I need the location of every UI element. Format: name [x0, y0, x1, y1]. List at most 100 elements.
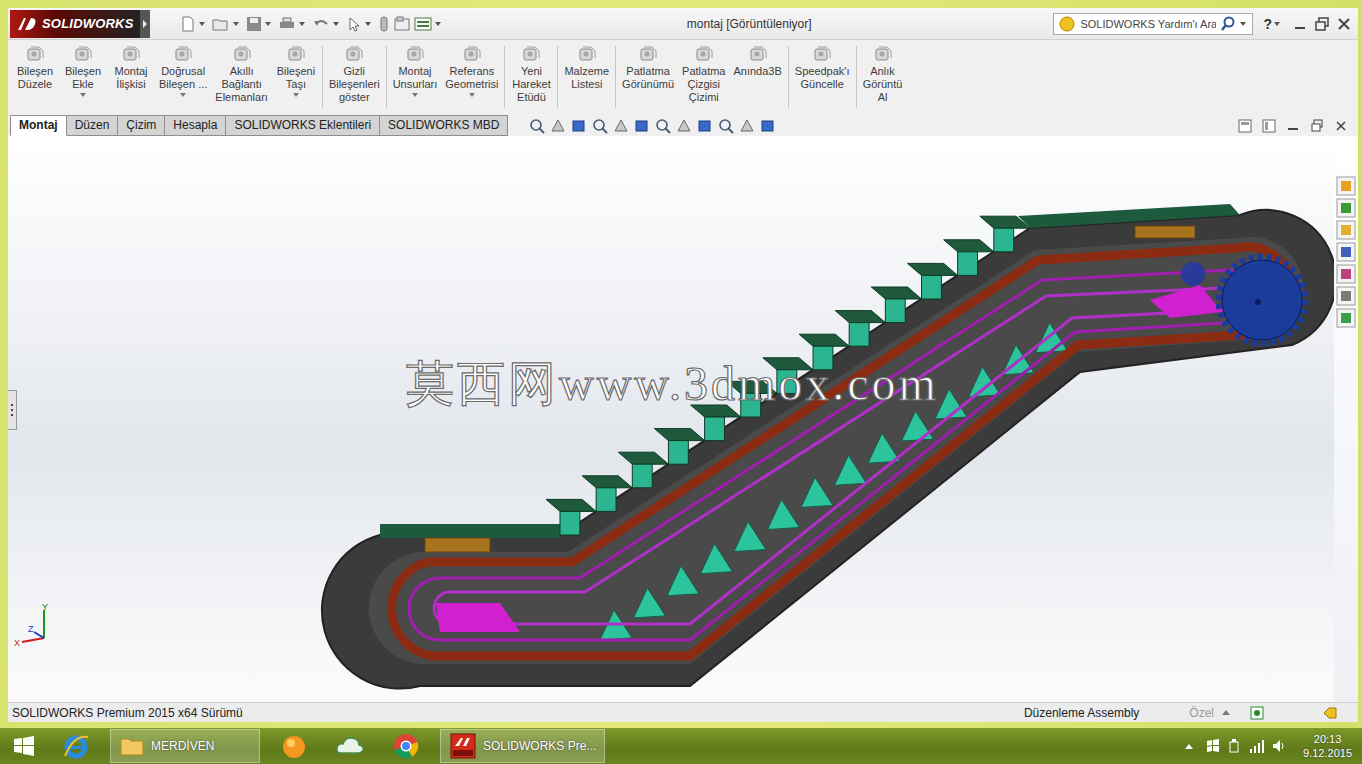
- command-tab[interactable]: Montaj: [10, 115, 67, 136]
- rebuild-tag-icon[interactable]: [1322, 706, 1338, 720]
- options-icon[interactable]: [414, 16, 432, 32]
- system-tray: 20:139.12.2015: [1185, 732, 1352, 760]
- ribbon-button[interactable]: AkıllıBağlantıElemanları: [212, 44, 271, 104]
- feature-tree-toggle[interactable]: [8, 390, 17, 430]
- taskbar-button[interactable]: MERDİVEN: [110, 729, 260, 763]
- view-tool-icon[interactable]: [696, 118, 714, 134]
- print-icon[interactable]: [278, 16, 296, 32]
- taskbar-button[interactable]: SOLIDWORKS Pre...: [440, 729, 605, 763]
- view-tool-icon[interactable]: [717, 118, 735, 134]
- ribbon-button[interactable]: GizliBileşenlerigöster: [326, 44, 383, 104]
- open-dropdown[interactable]: [233, 22, 239, 26]
- task-pane-icon[interactable]: [1336, 286, 1356, 306]
- help-button[interactable]: ?: [1263, 16, 1272, 32]
- ribbon-button[interactable]: MontajUnsurları: [390, 44, 441, 97]
- network-icon[interactable]: [1249, 738, 1265, 754]
- taskbar-button[interactable]: [384, 729, 428, 763]
- taskbar-button[interactable]: [328, 729, 372, 763]
- ribbon-button[interactable]: BileşeniTaşı: [273, 44, 319, 104]
- magnifier-icon[interactable]: [1220, 16, 1236, 32]
- view-tool-icon[interactable]: [654, 118, 672, 134]
- close-icon[interactable]: [1336, 16, 1352, 32]
- help-dropdown[interactable]: [1274, 22, 1280, 26]
- select-dropdown[interactable]: [365, 22, 371, 26]
- options-dropdown[interactable]: [435, 22, 441, 26]
- help-search-field[interactable]: SOLIDWORKS Yardım'ı Ara: [1053, 13, 1253, 35]
- ribbon-button[interactable]: DoğrusalBileşen ...: [156, 44, 210, 104]
- view-tool-icon[interactable]: [591, 118, 609, 134]
- tray-overflow-arrow[interactable]: [1185, 744, 1193, 749]
- view-tool-icon[interactable]: [528, 118, 546, 134]
- view-tool-icon[interactable]: [675, 118, 693, 134]
- rebuild-icon[interactable]: [378, 16, 390, 32]
- ribbon-button[interactable]: BileşenEkle: [60, 44, 106, 104]
- task-pane-icon[interactable]: [1336, 264, 1356, 284]
- graphics-area[interactable]: 莫西网www.3dmox.comYXZ: [8, 136, 1334, 702]
- menu-flyout-button[interactable]: [140, 10, 150, 38]
- tile-vertical-icon[interactable]: [1262, 119, 1276, 133]
- undo-dropdown[interactable]: [333, 22, 339, 26]
- view-tool-icon[interactable]: [738, 118, 756, 134]
- save-icon[interactable]: [246, 16, 262, 32]
- ribbon-button[interactable]: ReferansGeometrisi: [442, 44, 501, 97]
- escalator-model[interactable]: [8, 136, 1334, 702]
- taskbar-button[interactable]: [54, 729, 98, 763]
- clock[interactable]: 20:139.12.2015: [1303, 732, 1352, 760]
- view-tool-icon[interactable]: [612, 118, 630, 134]
- save-dropdown[interactable]: [265, 22, 271, 26]
- solidworks-logo[interactable]: SOLIDWORKS: [10, 10, 140, 38]
- flag-icon[interactable]: [1205, 738, 1221, 754]
- ribbon-dropdown-arrow[interactable]: [293, 93, 299, 97]
- ribbon-button[interactable]: PatlatmaGörünümü: [619, 44, 677, 104]
- start-button[interactable]: [0, 735, 48, 757]
- ribbon-button[interactable]: Anında3B: [730, 44, 784, 104]
- ribbon-dropdown-arrow[interactable]: [469, 93, 475, 97]
- ribbon-button-label: PatlatmaGörünümü: [622, 65, 674, 91]
- doc-minimize-icon[interactable]: [1286, 119, 1300, 133]
- power-icon[interactable]: [1227, 738, 1243, 754]
- view-tool-icon[interactable]: [570, 118, 588, 134]
- file-properties-icon[interactable]: [393, 16, 411, 32]
- print-dropdown[interactable]: [299, 22, 305, 26]
- ribbon-dropdown-arrow[interactable]: [180, 93, 186, 97]
- units-arrow[interactable]: [1222, 710, 1230, 715]
- select-arrow-icon[interactable]: [346, 16, 362, 32]
- view-tool-icon[interactable]: [759, 118, 777, 134]
- volume-icon[interactable]: [1271, 738, 1287, 754]
- undo-icon[interactable]: [312, 16, 330, 32]
- quick-tips-icon[interactable]: [1250, 706, 1264, 720]
- task-pane-icon[interactable]: [1336, 198, 1356, 218]
- command-tab[interactable]: Düzen: [67, 115, 119, 136]
- view-tool-icon[interactable]: [549, 118, 567, 134]
- task-pane-icon[interactable]: [1336, 242, 1356, 262]
- units-selector[interactable]: Özel: [1189, 706, 1214, 720]
- ribbon-button[interactable]: Speedpak'ıGüncelle: [792, 44, 853, 91]
- new-document-icon[interactable]: [180, 16, 196, 32]
- ribbon-dropdown-arrow[interactable]: [80, 93, 86, 97]
- tile-horizontal-icon[interactable]: [1238, 119, 1252, 133]
- new-dropdown[interactable]: [199, 22, 205, 26]
- doc-close-icon[interactable]: [1334, 119, 1348, 133]
- command-tab[interactable]: Hesapla: [165, 115, 226, 136]
- ribbon-button[interactable]: MalzemeListesi: [561, 44, 612, 91]
- doc-restore-icon[interactable]: [1310, 119, 1324, 133]
- ribbon-button[interactable]: Montajİlişkisi: [108, 44, 154, 104]
- ribbon-button[interactable]: PatlatmaÇizgisiÇizimi: [679, 44, 728, 104]
- open-folder-icon[interactable]: [212, 16, 230, 32]
- restore-icon[interactable]: [1314, 16, 1330, 32]
- task-pane-icon[interactable]: [1336, 176, 1356, 196]
- ribbon-button[interactable]: YeniHareketEtüdü: [508, 44, 554, 104]
- internet-explorer-icon: [62, 732, 90, 760]
- command-tab[interactable]: Çizim: [118, 115, 165, 136]
- ribbon-dropdown-arrow[interactable]: [412, 93, 418, 97]
- search-dropdown[interactable]: [1240, 22, 1246, 26]
- task-pane-icon[interactable]: [1336, 220, 1356, 240]
- command-tab[interactable]: SOLIDWORKS Eklentileri: [226, 115, 380, 136]
- ribbon-button[interactable]: AnlıkGörüntüAl: [860, 44, 906, 104]
- task-pane-icon[interactable]: [1336, 308, 1356, 328]
- minimize-icon[interactable]: [1292, 16, 1308, 32]
- view-tool-icon[interactable]: [633, 118, 651, 134]
- taskbar-button[interactable]: [272, 729, 316, 763]
- command-tab[interactable]: SOLIDWORKS MBD: [380, 115, 508, 136]
- ribbon-button[interactable]: BileşenDüzele: [12, 44, 58, 104]
